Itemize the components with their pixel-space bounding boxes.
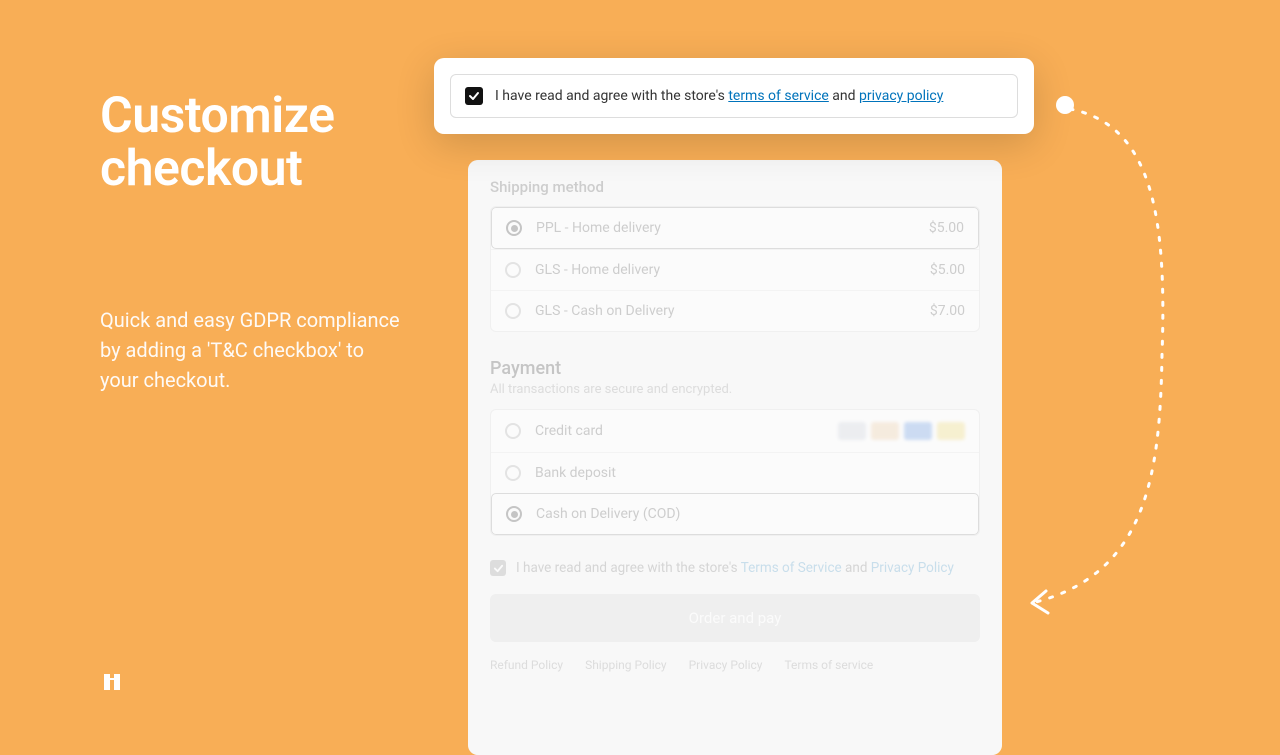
footer-link[interactable]: Shipping Policy xyxy=(585,658,667,672)
radio-icon xyxy=(506,220,522,236)
terms-of-service-link[interactable]: terms of service xyxy=(728,88,829,104)
option-price: $7.00 xyxy=(930,303,965,319)
option-label: GLS - Home delivery xyxy=(535,262,930,278)
page-headline: Customize checkout xyxy=(100,90,400,195)
callout-dot-icon xyxy=(1056,96,1074,114)
tc-checkbox-label: I have read and agree with the store's T… xyxy=(516,560,954,576)
payment-option[interactable]: Bank deposit xyxy=(491,452,979,493)
shipping-title: Shipping method xyxy=(490,178,980,196)
tc-mid: and xyxy=(842,560,871,576)
card-icon xyxy=(937,422,965,440)
brand-logo-icon xyxy=(100,670,124,694)
option-price: $5.00 xyxy=(929,220,964,236)
radio-icon xyxy=(506,506,522,522)
payment-options: Credit card Bank deposit Cash on Delivery … xyxy=(490,409,980,536)
footer-link[interactable]: Terms of service xyxy=(784,658,873,672)
payment-option[interactable]: Cash on Delivery (COD) xyxy=(491,493,979,535)
tc-checkbox-container[interactable]: I have read and agree with the store's t… xyxy=(450,74,1018,118)
privacy-policy-link[interactable]: Privacy Policy xyxy=(871,560,954,576)
payment-note: All transactions are secure and encrypte… xyxy=(490,382,980,397)
footer-links: Refund Policy Shipping Policy Privacy Poli… xyxy=(490,658,980,672)
payment-option[interactable]: Credit card xyxy=(491,410,979,452)
checkbox-icon[interactable] xyxy=(465,87,483,105)
callout-arrow-icon xyxy=(1002,95,1202,625)
radio-icon xyxy=(505,465,521,481)
tc-checkbox-row[interactable]: I have read and agree with the store's T… xyxy=(490,560,980,576)
privacy-policy-link[interactable]: privacy policy xyxy=(859,88,943,104)
shipping-option[interactable]: GLS - Home delivery$5.00 xyxy=(491,249,979,290)
tc-prefix: I have read and agree with the store's xyxy=(495,88,728,104)
shipping-options: PPL - Home delivery$5.00GLS - Home deliv… xyxy=(490,206,980,332)
radio-icon xyxy=(505,262,521,278)
option-price: $5.00 xyxy=(930,262,965,278)
footer-link[interactable]: Privacy Policy xyxy=(689,658,763,672)
checkout-panel: Shipping method PPL - Home delivery$5.00… xyxy=(468,160,1002,755)
tc-checkbox-popup: I have read and agree with the store's t… xyxy=(434,58,1034,134)
headline-line1: Customize xyxy=(100,87,335,145)
option-label: Credit card xyxy=(535,423,838,439)
visa-icon xyxy=(838,422,866,440)
headline-line2: checkout xyxy=(100,140,302,198)
option-label: Bank deposit xyxy=(535,465,965,481)
option-label: GLS - Cash on Delivery xyxy=(535,303,930,319)
option-label: PPL - Home delivery xyxy=(536,220,929,236)
payment-title: Payment xyxy=(490,358,980,379)
card-icons xyxy=(838,422,965,440)
amex-icon xyxy=(904,422,932,440)
radio-icon xyxy=(505,423,521,439)
order-and-pay-button[interactable]: Order and pay xyxy=(490,594,980,642)
mastercard-icon xyxy=(871,422,899,440)
terms-of-service-link[interactable]: Terms of Service xyxy=(741,560,842,576)
shipping-option[interactable]: GLS - Cash on Delivery$7.00 xyxy=(491,290,979,331)
tc-prefix: I have read and agree with the store's xyxy=(516,560,741,576)
footer-link[interactable]: Refund Policy xyxy=(490,658,563,672)
shipping-option[interactable]: PPL - Home delivery$5.00 xyxy=(491,207,979,249)
tc-checkbox-label: I have read and agree with the store's t… xyxy=(495,88,943,104)
tc-mid: and xyxy=(829,88,859,104)
option-label: Cash on Delivery (COD) xyxy=(536,506,964,522)
page-subtext: Quick and easy GDPR compliance by adding… xyxy=(100,305,400,395)
radio-icon xyxy=(505,303,521,319)
checkbox-icon[interactable] xyxy=(490,560,506,576)
